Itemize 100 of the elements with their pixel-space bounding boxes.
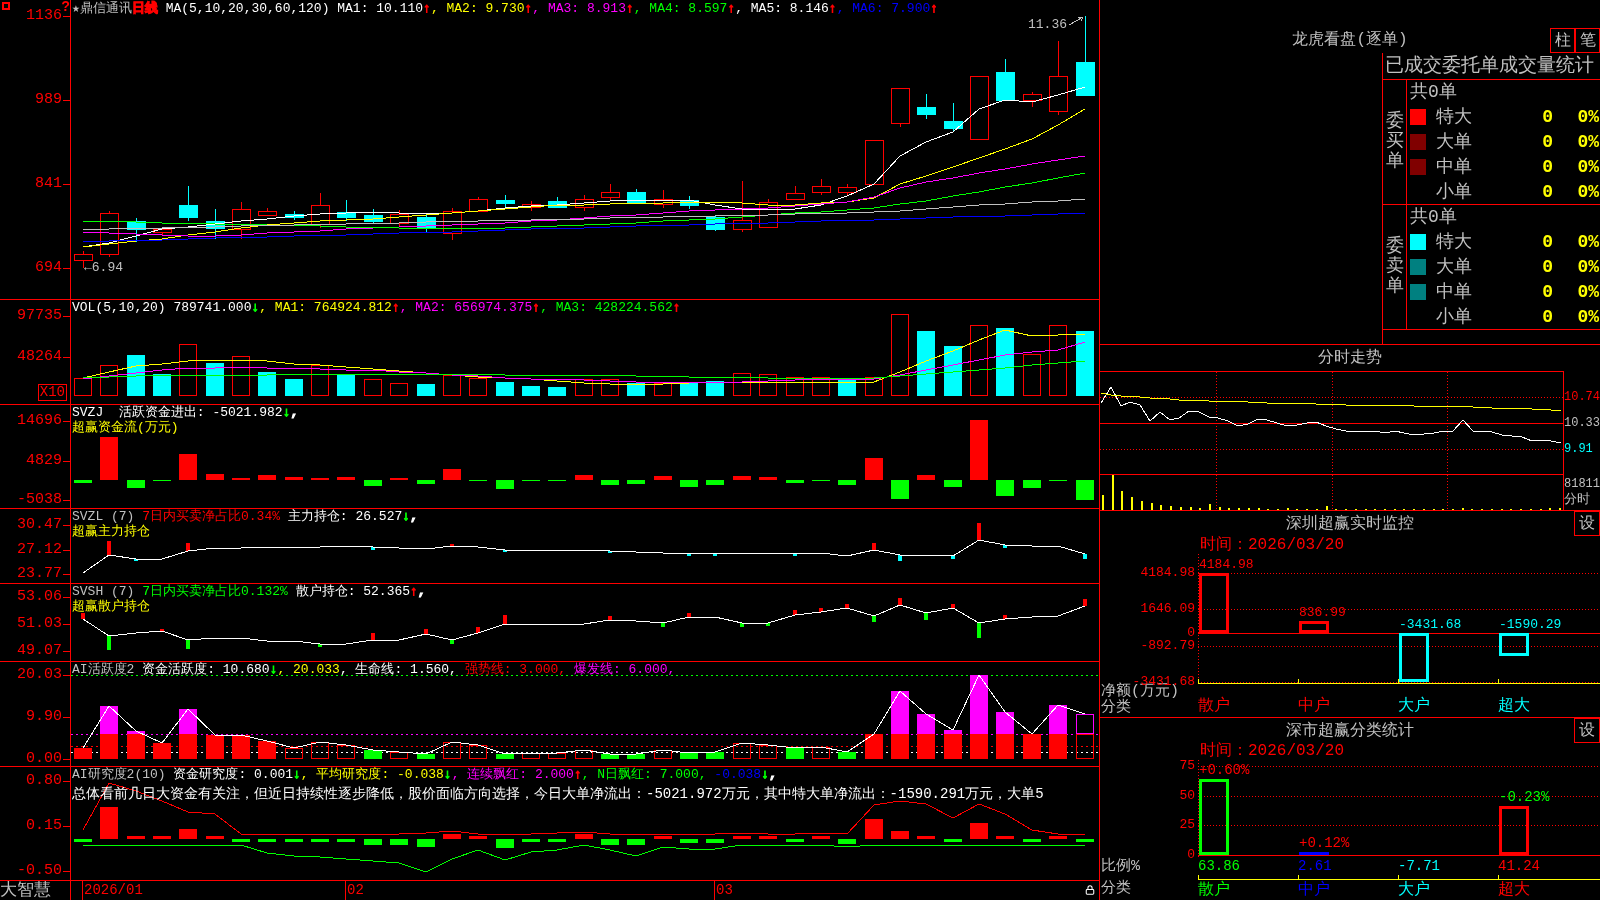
indicator-subtitle: 超赢主力持仓 bbox=[72, 524, 150, 539]
settings-button[interactable]: 设 bbox=[1574, 718, 1600, 743]
indicator-subtitle: 超赢资金流(万元) bbox=[72, 420, 179, 435]
order-size-label: 中单 bbox=[1436, 281, 1472, 302]
legend-text: ↑ bbox=[391, 300, 400, 315]
bar-value-label: 63.86 bbox=[1198, 858, 1240, 874]
time-label: 时间：2026/03/20 bbox=[1200, 743, 1344, 760]
y-axis-title: 净额(万元) bbox=[1100, 684, 1179, 700]
legend-text: , MA6: 7.900 bbox=[836, 1, 931, 16]
group-label: 委买单 bbox=[1385, 112, 1404, 172]
order-count: 0 bbox=[1542, 281, 1553, 302]
order-percent: 0% bbox=[1577, 232, 1599, 253]
axis-tick-label: 989 bbox=[35, 92, 62, 108]
bar-value-label: 2.61 bbox=[1298, 858, 1332, 874]
category-label: 中户 bbox=[1298, 697, 1330, 715]
settings-button[interactable]: 设 bbox=[1574, 511, 1600, 536]
legend-text: ↓ bbox=[761, 767, 769, 782]
falling-candlestick bbox=[179, 185, 198, 222]
legend-text: , MA5: 8.146 bbox=[735, 1, 829, 16]
axis-tick-label: 48264 bbox=[17, 349, 62, 365]
rising-candlestick bbox=[733, 180, 752, 233]
legend-text: , 20.033 bbox=[277, 662, 340, 677]
axis-tick-label: 25 bbox=[1179, 819, 1195, 831]
axis-tick-label: 0.80 bbox=[26, 773, 62, 789]
order-size-label: 大单 bbox=[1436, 257, 1472, 277]
axis-tick-label: 4184.98 bbox=[1140, 567, 1195, 579]
falling-candlestick bbox=[548, 196, 567, 208]
x-axis-title: 分类 bbox=[1100, 700, 1131, 716]
legend-text: 7日内买卖净占比0.34% bbox=[142, 509, 281, 524]
order-count: 0 bbox=[1542, 232, 1553, 253]
legend-text: ↑ bbox=[573, 767, 582, 782]
falling-candlestick bbox=[496, 194, 515, 208]
legend-text: ↑ bbox=[727, 1, 736, 16]
legend-text: ★鼎信通讯 bbox=[72, 1, 132, 16]
legend-text: AI研究度2(10) bbox=[72, 767, 167, 782]
rising-candlestick bbox=[601, 183, 620, 201]
legend-text: ↑ bbox=[524, 1, 533, 16]
rising-candlestick bbox=[100, 210, 119, 258]
volume-max-label: 81811 bbox=[1564, 477, 1600, 492]
order-percent: 0% bbox=[1577, 181, 1599, 202]
order-percent: 0% bbox=[1577, 281, 1599, 302]
unit-label: X10 bbox=[37, 384, 67, 401]
legend-text: , 生命线: 1.560, bbox=[339, 662, 458, 677]
legend-text: , bbox=[290, 405, 299, 420]
bar-value-label: 41.24 bbox=[1498, 858, 1540, 874]
rising-candlestick bbox=[812, 178, 831, 196]
help-mark[interactable]: ? bbox=[61, 0, 70, 14]
legend-text: ↓ bbox=[282, 405, 291, 420]
panel-title: 龙虎看盘(逐单) bbox=[1292, 31, 1408, 51]
legend-text: VOL(5,10,20) 789741.000 bbox=[72, 300, 252, 315]
rising-candlestick bbox=[865, 139, 884, 185]
brand-name: 大智慧 bbox=[0, 881, 51, 900]
legend-text: SVZL (7) bbox=[72, 509, 136, 524]
legend-text: -0.038 bbox=[713, 767, 762, 782]
order-percent: 0% bbox=[1577, 156, 1599, 177]
axis-tick-label: -0.50 bbox=[17, 863, 62, 879]
legend-text: 资金活跃度: 10.680 bbox=[142, 662, 270, 677]
legend-text: ↓ bbox=[443, 767, 452, 782]
order-size-label: 小单 bbox=[1436, 306, 1472, 327]
order-size-label: 中单 bbox=[1436, 156, 1472, 177]
bar-value-label: -3431.68 bbox=[1399, 617, 1462, 632]
panel-title: 深市超赢分类统计 bbox=[1286, 721, 1414, 740]
change-percent-label: +0.12% bbox=[1299, 836, 1350, 851]
legend-text: ↑ bbox=[828, 1, 837, 16]
rising-candlestick bbox=[443, 207, 462, 241]
axis-tick-label: 4829 bbox=[26, 453, 62, 469]
legend-text: 主力持仓: 26.527 bbox=[286, 509, 403, 524]
falling-candlestick bbox=[944, 102, 963, 132]
falling-candlestick bbox=[680, 195, 699, 210]
axis-tick-label: 0.15 bbox=[26, 818, 62, 834]
axis-tick-label: -5038 bbox=[17, 492, 62, 508]
bar-value-label: -1590.29 bbox=[1499, 617, 1562, 632]
order-percent: 0% bbox=[1577, 132, 1599, 152]
legend-text: 日线 bbox=[131, 1, 158, 16]
lock-icon[interactable] bbox=[1085, 885, 1095, 895]
rising-candlestick bbox=[153, 226, 172, 236]
category-label: 大户 bbox=[1398, 697, 1430, 715]
falling-candlestick bbox=[364, 208, 383, 225]
falling-candlestick bbox=[627, 188, 646, 204]
legend-text: , MA3: 8.913 bbox=[532, 1, 626, 16]
legend-text: , bbox=[768, 767, 777, 782]
view-toggle-button[interactable]: 柱 bbox=[1550, 28, 1575, 53]
axis-tick-label: 53.06 bbox=[17, 589, 62, 605]
rising-candlestick bbox=[469, 196, 488, 212]
date-label: 2026/01 bbox=[82, 881, 143, 900]
view-toggle-button[interactable]: 笔 bbox=[1575, 28, 1600, 53]
rising-candlestick bbox=[522, 200, 541, 212]
rising-candlestick bbox=[232, 201, 251, 240]
legend-text: SVZJ 活跃资金进出: -5021.982 bbox=[72, 405, 283, 420]
x-axis-title: 分类 bbox=[1100, 880, 1131, 897]
axis-tick-label: 51.03 bbox=[17, 616, 62, 632]
legend-text: ↑ bbox=[423, 1, 431, 16]
falling-candlestick bbox=[996, 58, 1015, 101]
legend-text: 强势线: 3.000, bbox=[464, 662, 568, 677]
axis-tick-label: 27.12 bbox=[17, 542, 62, 558]
legend-text: SVSH (7) bbox=[72, 584, 136, 599]
axis-tick-label: 14696 bbox=[17, 413, 62, 429]
rising-candlestick bbox=[838, 183, 857, 196]
axis-tick-label: -892.79 bbox=[1140, 640, 1195, 652]
axis-tick-label: 1136 bbox=[26, 8, 62, 24]
